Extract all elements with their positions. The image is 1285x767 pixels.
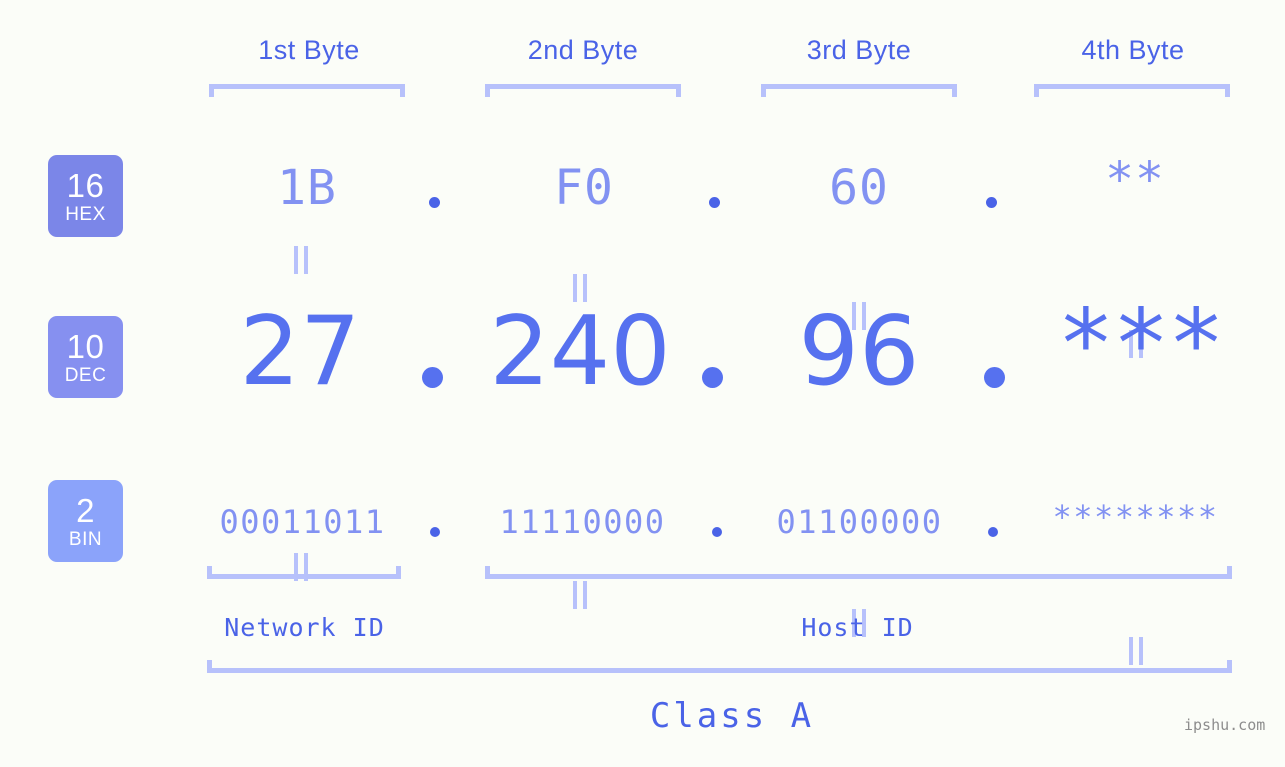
dec-value-byte-2: 240 <box>489 297 671 407</box>
byte-header-label-3: 3rd Byte <box>806 35 912 65</box>
hex-value-byte-3: 60 <box>829 160 889 216</box>
hex-value-byte-1: 1B <box>277 160 337 216</box>
byte-header-label-2: 2nd Byte <box>527 35 639 65</box>
dec-separator-dot-3 <box>984 367 1005 388</box>
byte-bracket-top-3 <box>761 84 957 97</box>
bin-value-byte-4: ******** <box>1052 498 1219 536</box>
byte-header-label-4: 4th Byte <box>1081 35 1185 65</box>
base-badge-bin-name: BIN <box>68 528 103 550</box>
bin-value-byte-1: 00011011 <box>219 503 386 541</box>
class-label: Class A <box>649 696 815 736</box>
site-watermark: ipshu.com <box>1184 716 1266 734</box>
bin-value-byte-2: 11110000 <box>499 503 666 541</box>
host-id-bracket <box>485 566 1232 579</box>
equality-mark-dec-bin-2 <box>571 581 589 609</box>
bin-value-byte-3: 01100000 <box>776 503 943 541</box>
bin-separator-dot-3 <box>988 527 998 537</box>
ip-byte-breakdown-diagram: 1st Byte 2nd Byte 3rd Byte 4th Byte 16 H… <box>0 0 1285 767</box>
dec-value-byte-1: 27 <box>239 297 361 407</box>
hex-separator-dot-2 <box>709 197 720 208</box>
equality-mark-hex-dec-1 <box>292 246 310 274</box>
host-id-label: Host ID <box>801 613 914 642</box>
hex-value-byte-4: ** <box>1105 152 1165 208</box>
byte-bracket-top-2 <box>485 84 681 97</box>
network-id-bracket <box>207 566 401 579</box>
base-badge-hex-number: 16 <box>66 166 105 204</box>
class-bracket <box>207 660 1232 673</box>
dec-separator-dot-2 <box>702 367 723 388</box>
base-badge-bin: 2 BIN <box>48 480 123 562</box>
byte-bracket-top-1 <box>209 84 405 97</box>
base-badge-bin-number: 2 <box>76 491 95 529</box>
dec-value-byte-4: *** <box>1057 290 1225 400</box>
base-badge-hex: 16 HEX <box>48 155 123 237</box>
bin-separator-dot-2 <box>712 527 722 537</box>
base-badge-dec-number: 10 <box>66 327 105 365</box>
base-badge-dec: 10 DEC <box>48 316 123 398</box>
hex-separator-dot-1 <box>429 197 440 208</box>
base-badge-hex-name: HEX <box>65 203 106 225</box>
network-id-label: Network ID <box>224 613 385 642</box>
byte-header-label-1: 1st Byte <box>258 35 360 65</box>
base-badge-dec-name: DEC <box>64 364 107 386</box>
hex-value-byte-2: F0 <box>554 160 614 216</box>
byte-bracket-top-4 <box>1034 84 1230 97</box>
dec-value-byte-3: 96 <box>798 297 920 407</box>
hex-separator-dot-3 <box>986 197 997 208</box>
dec-separator-dot-1 <box>422 367 443 388</box>
bin-separator-dot-1 <box>430 527 440 537</box>
